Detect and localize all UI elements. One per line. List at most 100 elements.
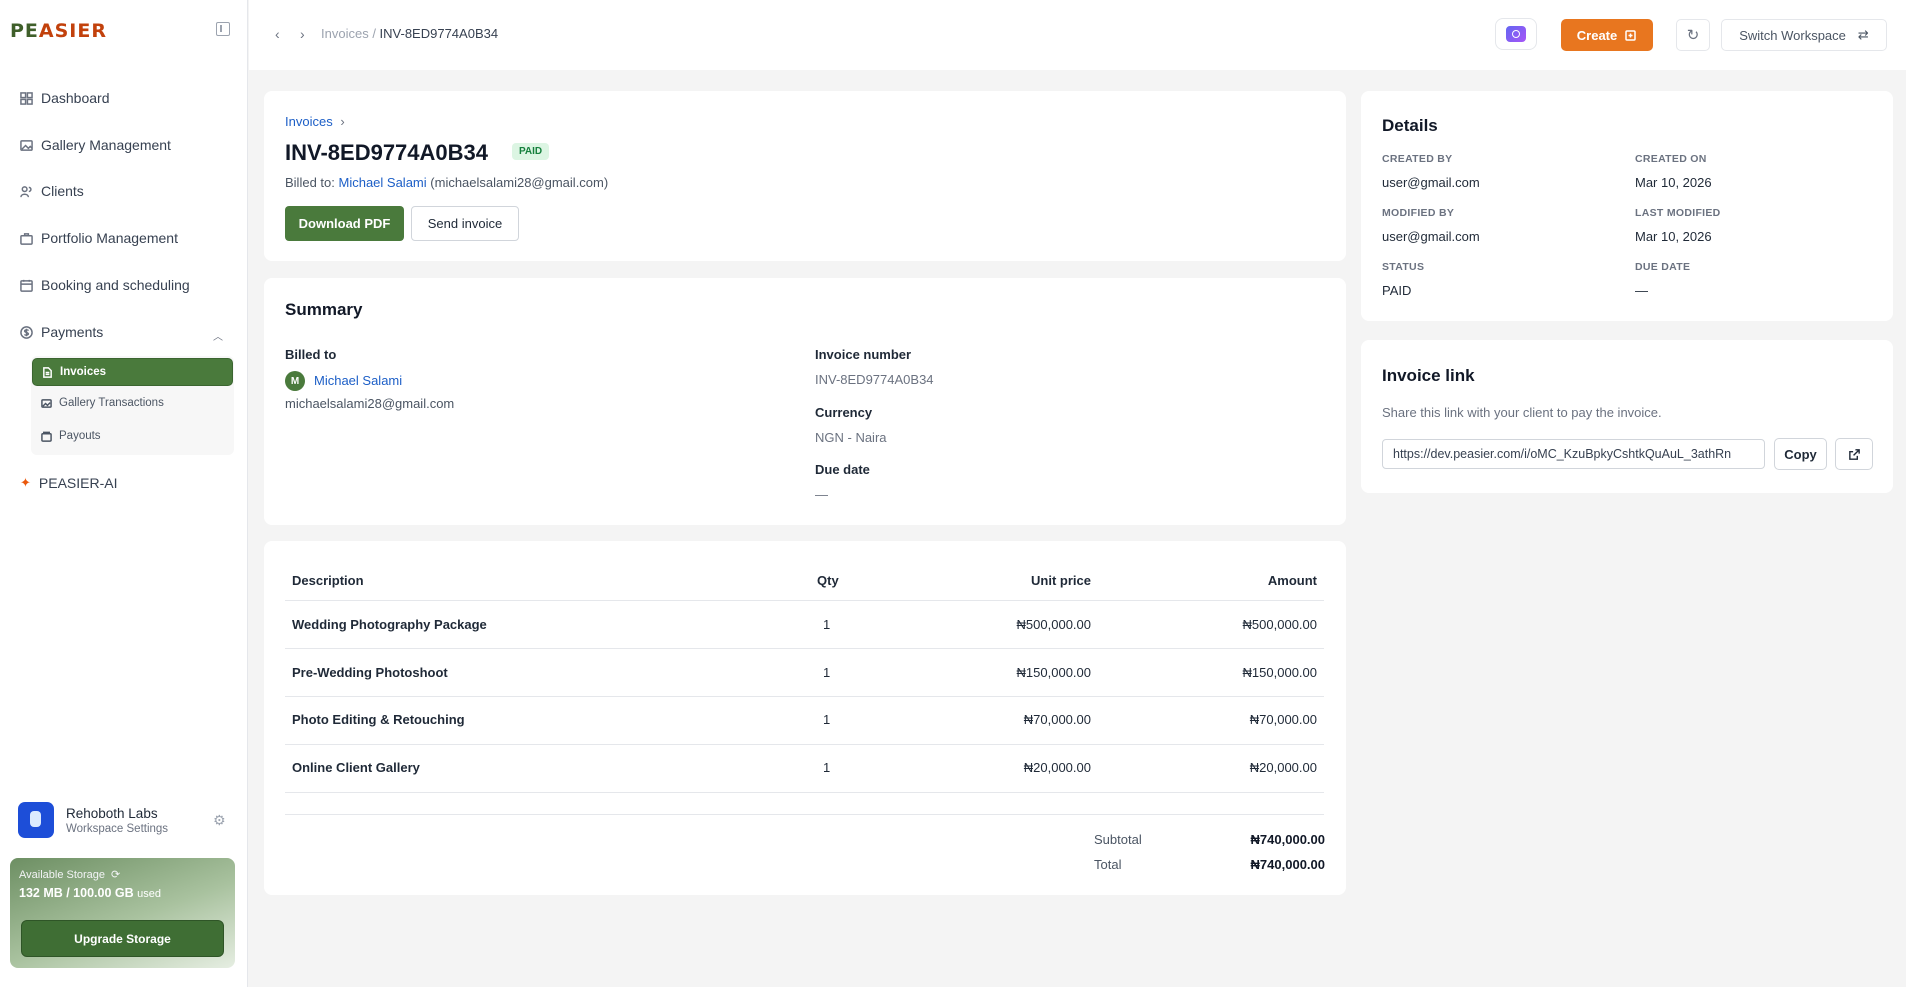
chevron-up-icon[interactable]: ︿ [213,328,223,343]
totals-divider [285,814,1324,815]
sparkle-icon: ✦ [20,475,31,490]
row-description: Wedding Photography Package [292,617,487,632]
switch-workspace-button[interactable]: Switch Workspace ⇄ [1721,19,1887,51]
row-description: Photo Editing & Retouching [292,712,465,727]
open-link-button[interactable] [1835,438,1873,470]
chevron-right-icon: › [340,114,345,129]
column-header-unit-price: Unit price [1031,573,1091,588]
sidebar-subitem-gallery-transactions[interactable]: Gallery Transactions [32,389,233,417]
subtotal-label: Subtotal [1094,832,1142,847]
table-divider [285,696,1324,697]
brand-logo[interactable]: PEASIER [10,20,107,42]
details-due-date-label: DUE DATE [1635,261,1691,273]
row-description: Online Client Gallery [292,760,420,775]
row-qty: 1 [823,712,831,727]
sidebar-item-portfolio-management[interactable]: Portfolio Management [20,230,178,246]
sidebar-item-gallery-management[interactable]: Gallery Management [20,137,171,153]
forward-arrow-icon[interactable]: › [300,26,305,42]
row-qty: 1 [823,760,831,775]
calendar-icon [20,279,33,292]
sidebar-subitem-payouts[interactable]: Payouts [32,422,233,450]
due-date-value: — [815,487,828,502]
sidebar-item-label: Payments [41,324,104,340]
sidebar-subitem-label: Invoices [60,366,107,378]
dashboard-icon [20,91,33,105]
invoice-number-value: INV-8ED9774A0B34 [815,372,934,387]
row-unit-price: ₦500,000.00 [1016,617,1091,632]
storage-used: 132 MB / 100.00 GB used [19,886,161,900]
sidebar-item-label: PEASIER-AI [38,475,118,491]
table-divider [285,600,1324,601]
gallery-icon [41,398,52,408]
image-icon [20,139,33,151]
storage-label: Available Storage ⟳ [19,868,121,882]
summary-client-link[interactable]: Michael Salami [314,373,402,388]
refresh-button[interactable]: ↻ [1676,19,1710,51]
status-label: STATUS [1382,261,1425,273]
camera-button[interactable] [1495,18,1537,50]
currency-label: Currency [815,405,873,420]
invoice-link-description: Share this link with your client to pay … [1382,405,1662,420]
camera-icon [1506,26,1526,42]
details-title: Details [1382,116,1438,135]
external-link-icon [1848,448,1860,460]
sidebar-subitem-label: Payouts [59,430,101,442]
download-pdf-button[interactable]: Download PDF [285,206,404,241]
sidebar-item-payments[interactable]: Payments [20,324,103,340]
invoice-link-url-field[interactable]: https://dev.peasier.com/i/oMC_KzuBpkyCsh… [1382,439,1765,469]
row-amount: ₦150,000.00 [1242,665,1317,680]
sidebar-item-label: Booking and scheduling [41,277,190,293]
modified-by-value: user@gmail.com [1382,229,1480,244]
currency-value: NGN - Naira [815,430,887,445]
client-avatar: M [285,371,305,391]
billed-to-label: Billed to [285,347,337,362]
upgrade-storage-button[interactable]: Upgrade Storage [21,920,224,957]
sidebar-item-dashboard[interactable]: Dashboard [20,90,110,106]
summary-client-email: michaelsalami28@gmail.com [285,396,455,411]
copy-link-button[interactable]: Copy [1774,438,1827,470]
sidebar-subitem-invoices[interactable]: Invoices [32,358,233,386]
sidebar-item-peasier-ai[interactable]: ✦ PEASIER-AI [20,475,118,491]
row-qty: 1 [823,617,831,632]
sidebar-item-label: Gallery Management [41,137,171,153]
back-arrow-icon[interactable]: ‹ [275,26,280,42]
sidebar-item-label: Clients [41,183,84,199]
sidebar: PEASIER Dashboard Gallery Management Cli… [0,0,248,987]
breadcrumb-parent[interactable]: Invoices [321,26,369,41]
table-divider [285,648,1324,649]
status-badge: PAID [512,143,550,160]
row-unit-price: ₦20,000.00 [1023,760,1091,775]
row-amount: ₦500,000.00 [1242,617,1317,632]
client-link[interactable]: Michael Salami [339,175,427,190]
send-invoice-button[interactable]: Send invoice [411,206,519,241]
modified-by-label: MODIFIED BY [1382,207,1455,219]
sidebar-item-clients[interactable]: Clients [20,183,84,199]
total-label: Total [1094,857,1122,872]
wallet-icon [41,431,52,442]
row-unit-price: ₦70,000.00 [1023,712,1091,727]
workspace-avatar [18,802,54,838]
created-on-label: CREATED ON [1635,153,1707,165]
refresh-icon[interactable]: ⟳ [111,868,120,881]
row-unit-price: ₦150,000.00 [1016,665,1091,680]
workspace-switcher[interactable]: Rehoboth Labs Workspace Settings [18,802,168,838]
column-header-description: Description [292,573,364,588]
subtotal-value: ₦740,000.00 [1250,832,1325,847]
created-by-value: user@gmail.com [1382,175,1480,190]
sidebar-item-booking[interactable]: Booking and scheduling [20,277,190,293]
storage-card: Available Storage ⟳ 132 MB / 100.00 GB u… [10,858,235,968]
gear-icon[interactable]: ⚙ [213,812,226,829]
table-divider [285,744,1324,745]
row-qty: 1 [823,665,831,680]
column-header-qty: Qty [817,573,839,588]
breadcrumb: Invoices / INV-8ED9774A0B34 [321,26,499,41]
sidebar-collapse-icon[interactable] [216,22,230,36]
invoice-breadcrumb[interactable]: Invoices › [285,114,345,129]
briefcase-icon [20,232,33,245]
breadcrumb-current: INV-8ED9774A0B34 [379,26,499,41]
last-modified-label: LAST MODIFIED [1635,207,1721,219]
sidebar-item-label: Dashboard [41,90,110,106]
row-description: Pre-Wedding Photoshoot [292,665,448,680]
created-by-label: CREATED BY [1382,153,1453,165]
create-button[interactable]: Create [1561,19,1653,51]
